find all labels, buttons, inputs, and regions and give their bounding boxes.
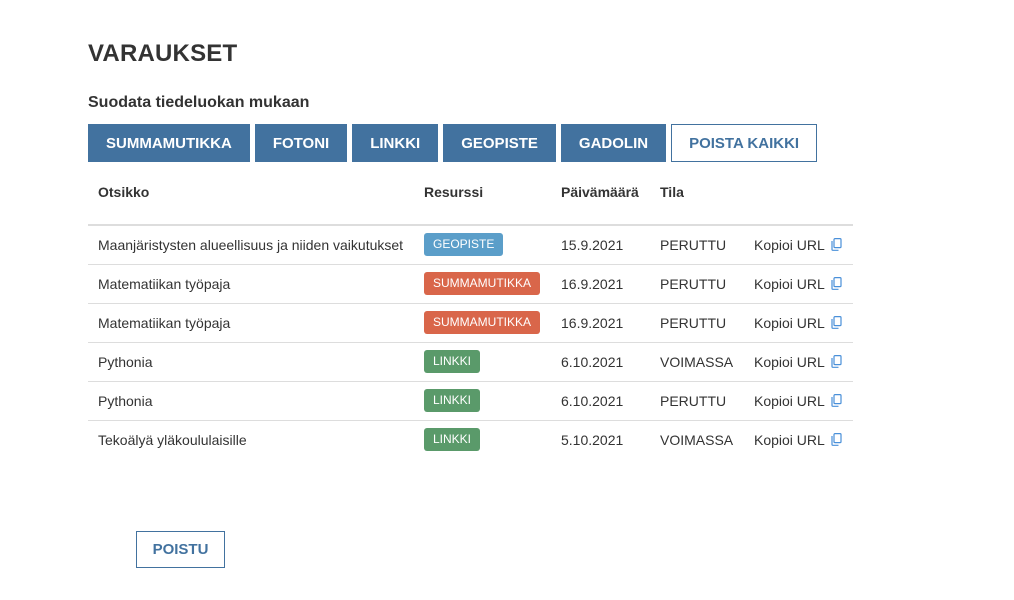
row-status: PERUTTU [650, 303, 744, 343]
copy-url-label: Kopioi URL [754, 275, 825, 292]
filter-button-geopiste[interactable]: GEOPISTE [443, 124, 556, 162]
row-resource-cell: LINKKI [414, 420, 551, 459]
copy-url-label: Kopioi URL [754, 236, 825, 253]
clear-filters-button[interactable]: POISTA KAIKKI [671, 124, 818, 162]
filter-button-fotoni[interactable]: FOTONI [254, 124, 348, 162]
reservations-table: Otsikko Resurssi Päivämäärä Tila Maanjär… [88, 170, 853, 459]
row-date: 5.10.2021 [561, 431, 624, 448]
row-resource-cell: SUMMAMUTIKKA [414, 303, 551, 343]
table-row: Pythonia LINKKI 6.10.2021 PERUTTU Kopioi… [88, 381, 853, 421]
row-resource-cell: LINKKI [414, 342, 551, 382]
resource-badge: SUMMAMUTIKKA [424, 311, 541, 334]
resource-badge: LINKKI [424, 389, 481, 412]
copy-url-link[interactable]: Kopioi URL [754, 276, 842, 292]
filter-button-gadolin[interactable]: GADOLIN [560, 124, 667, 162]
row-resource-cell: SUMMAMUTIKKA [414, 264, 551, 304]
column-header-date: Päivämäärä [551, 170, 650, 226]
row-status: VOIMASSA [650, 342, 744, 382]
table-row: Maanjäristysten alueellisuus ja niiden v… [88, 225, 853, 265]
row-title: Tekoälyä yläkoululaisille [98, 431, 247, 448]
table-row: Matematiikan työpaja SUMMAMUTIKKA 16.9.2… [88, 264, 853, 304]
row-date: 16.9.2021 [551, 264, 650, 304]
copy-url-link[interactable]: Kopioi URL [754, 393, 842, 409]
row-title: Pythonia [88, 381, 414, 421]
copy-icon[interactable] [831, 316, 842, 329]
table-row: Tekoälyä yläkoululaisille LINKKI 5.10.20… [88, 420, 853, 459]
resource-badge: GEOPISTE [424, 233, 504, 257]
copy-icon[interactable] [831, 238, 842, 252]
exit-button[interactable]: POISTU [136, 531, 225, 568]
copy-url-link[interactable]: Kopioi URL [754, 315, 842, 331]
row-status: VOIMASSA [660, 431, 734, 448]
copy-icon[interactable] [831, 355, 842, 368]
row-title: Matematiikan työpaja [88, 303, 414, 343]
row-actions: Kopioi URL [744, 264, 853, 304]
resource-badge: SUMMAMUTIKKA [424, 272, 541, 295]
copy-url-label: Kopioi URL [754, 314, 825, 331]
row-actions: Kopioi URL [744, 225, 853, 265]
copy-url-link[interactable]: Kopioi URL [754, 237, 842, 253]
row-resource-cell: GEOPISTE [414, 225, 551, 265]
row-actions: Kopioi URL [744, 303, 853, 343]
column-header-title: Otsikko [88, 170, 414, 226]
copy-url-label: Kopioi URL [754, 353, 825, 370]
row-actions: Kopioi URL [744, 420, 853, 459]
row-resource-cell: LINKKI [414, 381, 551, 421]
table-header-row: Otsikko Resurssi Päivämäärä Tila [88, 170, 853, 226]
row-date: 6.10.2021 [551, 381, 650, 421]
column-header-status: Tila [650, 170, 744, 226]
table-row: Matematiikan työpaja SUMMAMUTIKKA 16.9.2… [88, 303, 853, 343]
filter-heading: Suodata tiedeluokan mukaan [88, 94, 310, 111]
column-header-resource: Resurssi [414, 170, 551, 226]
row-actions: Kopioi URL [744, 342, 853, 382]
table-row: Pythonia LINKKI 6.10.2021 VOIMASSA Kopio… [88, 342, 853, 382]
resource-badge: LINKKI [424, 350, 481, 373]
copy-icon[interactable] [831, 277, 842, 290]
row-status: PERUTTU [650, 225, 744, 265]
row-title: Maanjäristysten alueellisuus ja niiden v… [88, 225, 414, 265]
copy-url-label: Kopioi URL [754, 392, 825, 409]
copy-url-link[interactable]: Kopioi URL [754, 432, 842, 448]
copy-url-label: Kopioi URL [754, 431, 825, 448]
copy-url-link[interactable]: Kopioi URL [754, 354, 842, 370]
copy-icon[interactable] [831, 394, 842, 407]
filter-button-group: SUMMAMUTIKKA FOTONI LINKKI GEOPISTE GADO… [88, 124, 818, 162]
row-title: Matematiikan työpaja [88, 264, 414, 304]
resource-badge: LINKKI [424, 428, 481, 452]
row-actions: Kopioi URL [744, 381, 853, 421]
row-title: Pythonia [88, 342, 414, 382]
filter-button-linkki[interactable]: LINKKI [352, 124, 439, 162]
row-status: PERUTTU [650, 381, 744, 421]
filter-button-summamutikka[interactable]: SUMMAMUTIKKA [88, 124, 250, 162]
row-date: 6.10.2021 [551, 342, 650, 382]
row-date: 15.9.2021 [551, 225, 650, 265]
page-title: VARAUKSET [88, 40, 238, 67]
copy-icon[interactable] [831, 433, 842, 447]
row-status: PERUTTU [650, 264, 744, 304]
row-date: 16.9.2021 [551, 303, 650, 343]
column-header-actions [744, 170, 853, 226]
